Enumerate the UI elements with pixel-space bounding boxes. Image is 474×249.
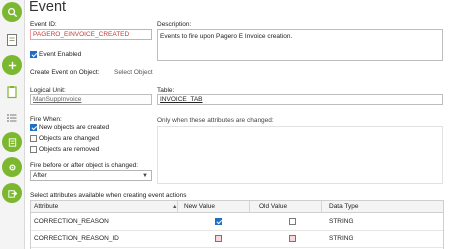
fire-option-label: New objects are created <box>39 124 110 132</box>
list-icon[interactable] <box>2 108 22 128</box>
description-label: Description: <box>157 21 192 28</box>
table-header: Attribute ▲ New Value Old Value Data Typ… <box>31 201 443 213</box>
fire-changed-checkbox[interactable]: Objects are changed <box>30 135 99 143</box>
description-field[interactable]: Events to fire upon Pagero E Invoice cre… <box>157 29 443 61</box>
fire-option-label: Objects are removed <box>39 146 100 154</box>
select-object-link[interactable]: Select Object <box>114 69 153 77</box>
event-id-label: Event ID: <box>30 21 57 28</box>
checkbox-checked[interactable] <box>30 51 37 58</box>
document-icon[interactable] <box>2 30 22 50</box>
new-value-checkbox[interactable] <box>215 235 222 242</box>
checkbox-unchecked[interactable] <box>30 135 37 142</box>
add-icon[interactable] <box>2 55 22 75</box>
column-divider <box>321 201 322 213</box>
column-header-attribute[interactable]: Attribute <box>34 203 58 211</box>
new-value-checkbox[interactable] <box>215 218 222 225</box>
checkbox-unchecked[interactable] <box>30 146 37 153</box>
before-after-value: After <box>33 172 47 179</box>
search-icon[interactable] <box>2 2 22 22</box>
clipboard-icon[interactable] <box>2 82 22 102</box>
data-type-cell: STRING <box>329 235 354 242</box>
page-title: Event <box>29 0 67 15</box>
table-field: INVOICE_TAB <box>157 94 443 105</box>
attribute-cell: CORRECTION_REASON <box>34 218 109 225</box>
old-value-checkbox[interactable] <box>289 235 296 242</box>
fire-option-label: Objects are changed <box>39 135 99 143</box>
data-type-cell: STRING <box>329 218 354 225</box>
checkbox-checked[interactable] <box>30 124 37 131</box>
before-after-label: Fire before or after object is changed: <box>30 162 139 169</box>
changed-attributes-label: Only when these attributes are changed: <box>157 117 274 124</box>
fire-removed-checkbox[interactable]: Objects are removed <box>30 146 99 154</box>
left-toolbar <box>0 0 25 249</box>
export-icon[interactable] <box>2 183 22 203</box>
create-event-label: Create Event on Object: <box>30 69 100 76</box>
logical-unit-value[interactable]: ManSuppInvoice <box>33 96 81 103</box>
table-value[interactable]: INVOICE_TAB <box>160 96 203 103</box>
select-attributes-label: Select attributes available when creatin… <box>30 192 187 199</box>
checklist-icon[interactable] <box>2 132 22 152</box>
table-row[interactable]: CORRECTION_REASON STRING <box>31 214 443 231</box>
fire-when-label: Fire When: <box>30 116 62 123</box>
event-enabled-checkbox[interactable]: Event Enabled <box>30 51 81 59</box>
column-header-data-type[interactable]: Data Type <box>329 203 359 211</box>
column-header-new-value[interactable]: New Value <box>184 203 215 211</box>
column-header-old-value[interactable]: Old Value <box>259 203 287 211</box>
changed-attributes-area[interactable] <box>157 126 443 184</box>
before-after-select[interactable]: After ▼ <box>30 170 152 181</box>
settings-icon[interactable] <box>2 157 22 177</box>
column-divider <box>249 201 250 213</box>
table-row[interactable]: CORRECTION_REASON_ID STRING <box>31 231 443 248</box>
sort-arrow-icon: ▲ <box>172 204 178 210</box>
event-enabled-label: Event Enabled <box>39 51 82 59</box>
chevron-down-icon: ▼ <box>142 173 148 179</box>
attribute-cell: CORRECTION_REASON_ID <box>34 235 119 242</box>
event-id-field[interactable]: PAGERO_EINVOICE_CREATED <box>30 29 152 40</box>
old-value-checkbox[interactable] <box>289 218 296 225</box>
fire-new-checkbox[interactable]: New objects are created <box>30 124 109 132</box>
attributes-table: Attribute ▲ New Value Old Value Data Typ… <box>30 200 444 249</box>
logical-unit-field: ManSuppInvoice <box>30 94 152 105</box>
